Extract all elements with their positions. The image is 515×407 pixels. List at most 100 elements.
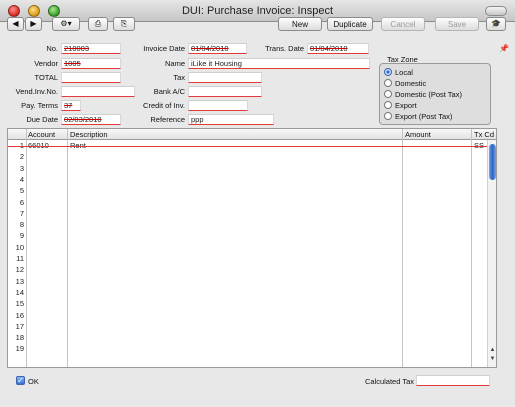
mortarboard-icon: 🎓 bbox=[491, 19, 501, 28]
column-header-description: Description bbox=[70, 130, 108, 139]
row-number: 5 bbox=[19, 186, 24, 196]
tax-zone-option-label: Domestic (Post Tax) bbox=[395, 89, 462, 99]
invoice-rows-grid[interactable]: Account Description Amount Tx Cd 166010R… bbox=[7, 128, 497, 368]
column-header-amount: Amount bbox=[405, 130, 431, 139]
invoice-date-field[interactable]: 01/04/2010 bbox=[188, 43, 247, 54]
pay-terms-label: Pay. Terms bbox=[21, 101, 58, 110]
row-number: 13 bbox=[15, 276, 24, 286]
column-header-account: Account bbox=[28, 130, 56, 139]
bank-account-field[interactable] bbox=[188, 86, 262, 97]
vendor-label: Vendor bbox=[34, 59, 58, 68]
cancel-button[interactable]: Cancel bbox=[381, 17, 425, 31]
table-row[interactable]: 11 bbox=[8, 254, 496, 265]
table-row[interactable]: 10 bbox=[8, 243, 496, 254]
grid-header: Account Description Amount Tx Cd bbox=[8, 129, 496, 140]
row-strike-line bbox=[8, 146, 496, 147]
table-row[interactable]: 13 bbox=[8, 276, 496, 288]
table-row[interactable]: 5 bbox=[8, 186, 496, 197]
scroll-down-icon[interactable]: ▼ bbox=[488, 356, 496, 364]
scrollbar-thumb[interactable] bbox=[489, 144, 496, 180]
row-number: 16 bbox=[15, 310, 24, 320]
tax-zone-option-domestic-post-tax[interactable]: Domestic (Post Tax) bbox=[384, 89, 462, 99]
table-row[interactable]: 3 bbox=[8, 164, 496, 175]
right-arrow-icon: ▶ bbox=[30, 19, 37, 28]
table-row[interactable]: 18 bbox=[8, 333, 496, 344]
credit-of-invoice-field[interactable] bbox=[188, 100, 248, 111]
vendor-field[interactable]: 1005 bbox=[61, 58, 121, 69]
total-label: TOTAL bbox=[34, 73, 58, 82]
table-row[interactable]: 16 bbox=[8, 310, 496, 322]
next-record-button[interactable]: ▶ bbox=[25, 17, 42, 31]
scroll-up-icon[interactable]: ▲ bbox=[488, 347, 496, 355]
calculated-tax-label: Calculated Tax bbox=[364, 377, 414, 386]
table-row[interactable]: 17 bbox=[8, 321, 496, 333]
ok-checkbox[interactable]: ✓ bbox=[16, 376, 25, 385]
row-number: 15 bbox=[15, 299, 24, 309]
column-header-tax-code: Tx Cd bbox=[474, 130, 495, 139]
printer-icon: ⎙ bbox=[94, 19, 102, 28]
trans-date-label: Trans. Date bbox=[265, 44, 304, 53]
tax-zone-option-label: Export (Post Tax) bbox=[395, 111, 453, 121]
vertical-scrollbar[interactable]: ▲ ▼ bbox=[487, 140, 496, 367]
no-label: No. bbox=[46, 44, 58, 53]
table-row[interactable]: 9 bbox=[8, 231, 496, 242]
tax-zone-option-domestic[interactable]: Domestic bbox=[384, 78, 426, 88]
new-button[interactable]: New bbox=[278, 17, 322, 31]
row-number: 11 bbox=[16, 254, 24, 263]
table-row[interactable]: 7 bbox=[8, 208, 496, 220]
tax-zone-option-export[interactable]: Export bbox=[384, 100, 417, 110]
due-date-label: Due Date bbox=[26, 115, 58, 124]
save-button[interactable]: Save bbox=[435, 17, 479, 31]
toolbar-toggle-button[interactable] bbox=[485, 6, 507, 16]
name-field[interactable]: iLike it Housing bbox=[188, 58, 370, 69]
print-preview-icon: ⎘ bbox=[120, 19, 128, 28]
invoice-date-label: Invoice Date bbox=[143, 44, 185, 53]
table-row[interactable]: 6 bbox=[8, 198, 496, 209]
gear-icon: ⚙▾ bbox=[60, 19, 72, 28]
table-row[interactable]: 19 bbox=[8, 344, 496, 355]
help-button[interactable]: 🎓 bbox=[486, 17, 506, 31]
row-number: 8 bbox=[19, 220, 24, 230]
row-number: 18 bbox=[15, 333, 24, 343]
calculated-tax-field[interactable] bbox=[416, 375, 490, 386]
reference-label: Reference bbox=[150, 115, 185, 124]
print-button[interactable]: ⎙ bbox=[88, 17, 108, 31]
save-button-label: Save bbox=[447, 19, 467, 29]
operations-menu-button[interactable]: ⚙▾ bbox=[52, 17, 80, 31]
tax-zone-option-export-post-tax[interactable]: Export (Post Tax) bbox=[384, 111, 452, 121]
vend-inv-field[interactable] bbox=[61, 86, 135, 97]
row-number: 2 bbox=[19, 152, 24, 162]
total-field[interactable] bbox=[61, 72, 121, 83]
print-preview-button[interactable]: ⎘ bbox=[113, 17, 135, 31]
duplicate-button-label: Duplicate bbox=[333, 19, 367, 29]
row-number: 17 bbox=[15, 321, 24, 331]
no-field[interactable]: 210003 bbox=[61, 43, 121, 54]
due-date-field[interactable]: 02/03/2010 bbox=[61, 114, 121, 125]
row-number: 12 bbox=[15, 265, 24, 275]
table-row[interactable]: 14 bbox=[8, 287, 496, 299]
table-row[interactable]: 8 bbox=[8, 220, 496, 231]
duplicate-button[interactable]: Duplicate bbox=[327, 17, 373, 31]
table-row[interactable]: 12 bbox=[8, 265, 496, 276]
tax-field[interactable] bbox=[188, 72, 262, 83]
table-row[interactable]: 166010RentSS bbox=[8, 141, 496, 152]
pay-terms-field[interactable]: 37 bbox=[61, 100, 81, 111]
row-number: 14 bbox=[15, 287, 24, 297]
table-row[interactable]: 4 bbox=[8, 174, 496, 186]
tax-label: Tax bbox=[173, 73, 185, 82]
table-row[interactable]: 15 bbox=[8, 299, 496, 310]
radio-icon bbox=[384, 79, 392, 87]
tax-zone-option-label: Local bbox=[395, 67, 413, 77]
row-number: 4 bbox=[19, 174, 24, 184]
row-number: 7 bbox=[19, 208, 24, 218]
reference-field[interactable]: ppp bbox=[188, 114, 274, 125]
radio-selected-icon bbox=[384, 68, 392, 76]
ok-label: OK bbox=[28, 377, 39, 386]
tax-zone-option-label: Export bbox=[395, 100, 417, 110]
pin-icon[interactable]: 📌 bbox=[499, 44, 509, 53]
table-row[interactable]: 2 bbox=[8, 152, 496, 163]
previous-record-button[interactable]: ◀ bbox=[7, 17, 24, 31]
tax-zone-option-local[interactable]: Local bbox=[384, 67, 413, 77]
trans-date-field[interactable]: 01/04/2010 bbox=[307, 43, 369, 54]
row-number: 9 bbox=[19, 231, 24, 241]
